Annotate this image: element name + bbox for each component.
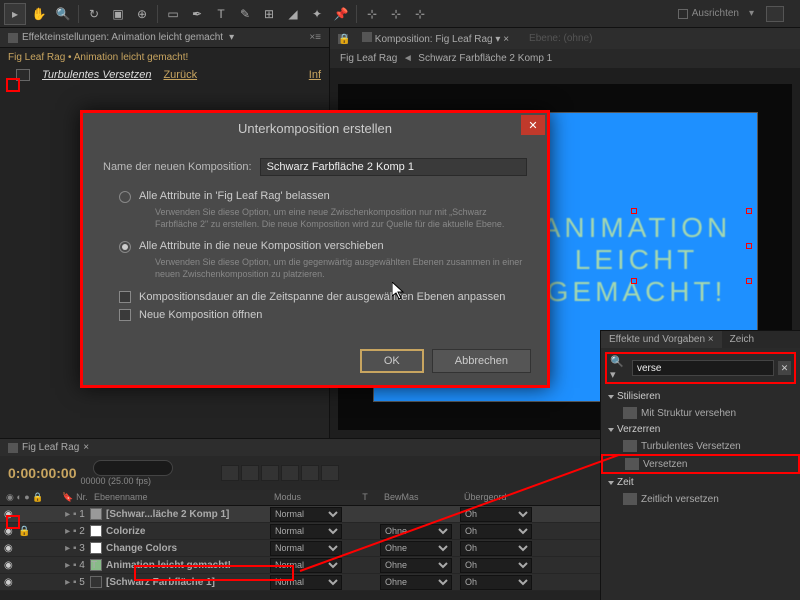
panel-menu-icon[interactable]: ×≡ bbox=[309, 32, 321, 43]
zoom-tool-icon[interactable]: 🔍 bbox=[52, 3, 74, 25]
timecode[interactable]: 0:00:00:00 bbox=[8, 465, 77, 481]
effect-item-highlighted[interactable]: Versetzen bbox=[601, 454, 800, 474]
name-label: Name der neuen Komposition: bbox=[103, 161, 252, 173]
layer-tab[interactable]: Ebene: (ohne) bbox=[523, 31, 598, 46]
option2-radio[interactable] bbox=[119, 241, 131, 253]
option2-label: Alle Attribute in die neue Komposition v… bbox=[139, 240, 384, 252]
timeline-panel: Fig Leaf Rag × 0:00:00:00 00000 (25.00 f… bbox=[0, 438, 600, 600]
tl-toggle-icon[interactable] bbox=[281, 465, 299, 481]
timeline-layer-row[interactable]: ◉ ▸ ▪ 1 [Schwar...läche 2 Komp 1] Normal… bbox=[0, 506, 600, 523]
timeline-layer-row[interactable]: ◉ ▸ ▪ 3 Change Colors Normal Ohne Oh bbox=[0, 540, 600, 557]
search-icon: 🔍▾ bbox=[610, 355, 628, 381]
reset-link[interactable]: Zurück bbox=[163, 69, 197, 81]
panel-icon bbox=[8, 33, 18, 43]
comp-name-input[interactable] bbox=[260, 158, 527, 176]
brush-tool-icon[interactable]: ✎ bbox=[234, 3, 256, 25]
comp-tab[interactable]: Komposition: Fig Leaf Rag ▾ × bbox=[356, 30, 515, 47]
selection-handle[interactable] bbox=[631, 278, 637, 284]
tl-toggle-icon[interactable] bbox=[301, 465, 319, 481]
rotate-tool-icon[interactable]: ↻ bbox=[83, 3, 105, 25]
view-axis-icon[interactable]: ⊹ bbox=[409, 3, 431, 25]
dialog-title: Unterkomposition erstellen bbox=[83, 113, 547, 144]
category-distort[interactable]: Verzerren bbox=[601, 421, 800, 438]
effect-item[interactable]: Turbulentes Versetzen bbox=[601, 438, 800, 454]
char-tab[interactable]: Zeich bbox=[722, 331, 762, 348]
search-box: 🔍▾ ✕ bbox=[605, 352, 796, 384]
world-axis-icon[interactable]: ⊹ bbox=[385, 3, 407, 25]
duration-checkbox[interactable] bbox=[119, 291, 131, 303]
timeline-layer-row[interactable]: ◉🔒 ▸ ▪ 2 Colorize Normal Ohne Oh bbox=[0, 523, 600, 540]
snap-icon[interactable] bbox=[766, 6, 784, 22]
tl-toggle-icon[interactable] bbox=[221, 465, 239, 481]
align-option[interactable]: Ausrichten ▾ bbox=[678, 6, 796, 22]
lock-icon[interactable]: 🔒 bbox=[338, 34, 348, 44]
viewer-breadcrumb: Fig Leaf Rag ◄ Schwarz Farbfläche 2 Komp… bbox=[330, 49, 800, 68]
camera-tool-icon[interactable]: ▣ bbox=[107, 3, 129, 25]
cancel-button[interactable]: Abbrechen bbox=[432, 349, 531, 373]
local-axis-icon[interactable]: ⊹ bbox=[361, 3, 383, 25]
selection-handle[interactable] bbox=[746, 243, 752, 249]
effect-icon bbox=[623, 493, 637, 505]
fps-label: 00000 (25.00 fps) bbox=[81, 476, 173, 486]
align-checkbox-icon[interactable] bbox=[678, 9, 688, 19]
effect-item[interactable]: Zeitlich versetzen bbox=[601, 491, 800, 507]
selection-handle[interactable] bbox=[746, 278, 752, 284]
category-time[interactable]: Zeit bbox=[601, 474, 800, 491]
pen-tool-icon[interactable]: ✒ bbox=[186, 3, 208, 25]
text-layer[interactable]: ANIMATIONLEICHT GEMACHT! bbox=[527, 213, 747, 308]
precompose-dialog: Unterkomposition erstellen ✕ Name der ne… bbox=[80, 110, 550, 388]
option1-radio[interactable] bbox=[119, 191, 131, 203]
main-toolbar: ▸ ✋ 🔍 ↻ ▣ ⊕ ▭ ✒ T ✎ ⊞ ◢ ✦ 📌 ⊹ ⊹ ⊹ Ausric… bbox=[0, 0, 800, 28]
stamp-tool-icon[interactable]: ⊞ bbox=[258, 3, 280, 25]
search-input[interactable] bbox=[632, 360, 774, 376]
effect-item[interactable]: Turbulentes Versetzen Zurück Inf bbox=[0, 67, 329, 83]
selection-tool-icon[interactable]: ▸ bbox=[4, 3, 26, 25]
puppet-tool-icon[interactable]: 📌 bbox=[330, 3, 352, 25]
effects-presets-tab[interactable]: Effekte und Vorgaben × bbox=[601, 331, 722, 348]
clear-search-button[interactable]: ✕ bbox=[778, 361, 791, 375]
effect-item[interactable]: Mit Struktur versehen bbox=[601, 405, 800, 421]
effects-panel-tab[interactable]: Effekteinstellungen: Animation leicht ge… bbox=[0, 28, 329, 48]
option1-desc: Verwenden Sie diese Option, um eine neue… bbox=[155, 207, 527, 230]
effect-name-label[interactable]: Turbulentes Versetzen bbox=[42, 69, 151, 81]
open-checkbox[interactable] bbox=[119, 309, 131, 321]
info-link[interactable]: Inf bbox=[309, 69, 321, 81]
selection-handle[interactable] bbox=[746, 208, 752, 214]
annotation-highlight bbox=[134, 565, 294, 581]
eraser-tool-icon[interactable]: ◢ bbox=[282, 3, 304, 25]
effect-icon bbox=[623, 407, 637, 419]
annotation-highlight bbox=[6, 78, 20, 92]
annotation-highlight bbox=[6, 515, 20, 529]
tl-toggle-icon[interactable] bbox=[321, 465, 339, 481]
anchor-tool-icon[interactable]: ⊕ bbox=[131, 3, 153, 25]
tl-toggle-icon[interactable] bbox=[261, 465, 279, 481]
timeline-search[interactable] bbox=[93, 460, 173, 476]
text-tool-icon[interactable]: T bbox=[210, 3, 232, 25]
duration-label: Kompositionsdauer an die Zeitspanne der … bbox=[139, 291, 505, 303]
open-label: Neue Komposition öffnen bbox=[139, 309, 262, 321]
tl-toggle-icon[interactable] bbox=[241, 465, 259, 481]
selection-handle[interactable] bbox=[631, 208, 637, 214]
effect-icon bbox=[623, 440, 637, 452]
ok-button[interactable]: OK bbox=[360, 349, 424, 373]
roto-tool-icon[interactable]: ✦ bbox=[306, 3, 328, 25]
option2-desc: Verwenden Sie diese Option, um die gegen… bbox=[155, 257, 527, 280]
timeline-layer-row[interactable]: ◉ ▸ ▪ 5 [Schwarz Farbfläche 1] Normal Oh… bbox=[0, 574, 600, 591]
effect-breadcrumb: Fig Leaf Rag • Animation leicht gemacht! bbox=[0, 48, 329, 67]
hand-tool-icon[interactable]: ✋ bbox=[28, 3, 50, 25]
option1-label: Alle Attribute in 'Fig Leaf Rag' belasse… bbox=[139, 190, 330, 202]
close-button[interactable]: ✕ bbox=[521, 115, 545, 135]
timeline-tab[interactable]: Fig Leaf Rag × bbox=[0, 439, 600, 456]
category-stylize[interactable]: Stilisieren bbox=[601, 388, 800, 405]
effect-icon bbox=[625, 458, 639, 470]
shape-tool-icon[interactable]: ▭ bbox=[162, 3, 184, 25]
effects-presets-panel: Effekte und Vorgaben × Zeich 🔍▾ ✕ Stilis… bbox=[600, 330, 800, 600]
